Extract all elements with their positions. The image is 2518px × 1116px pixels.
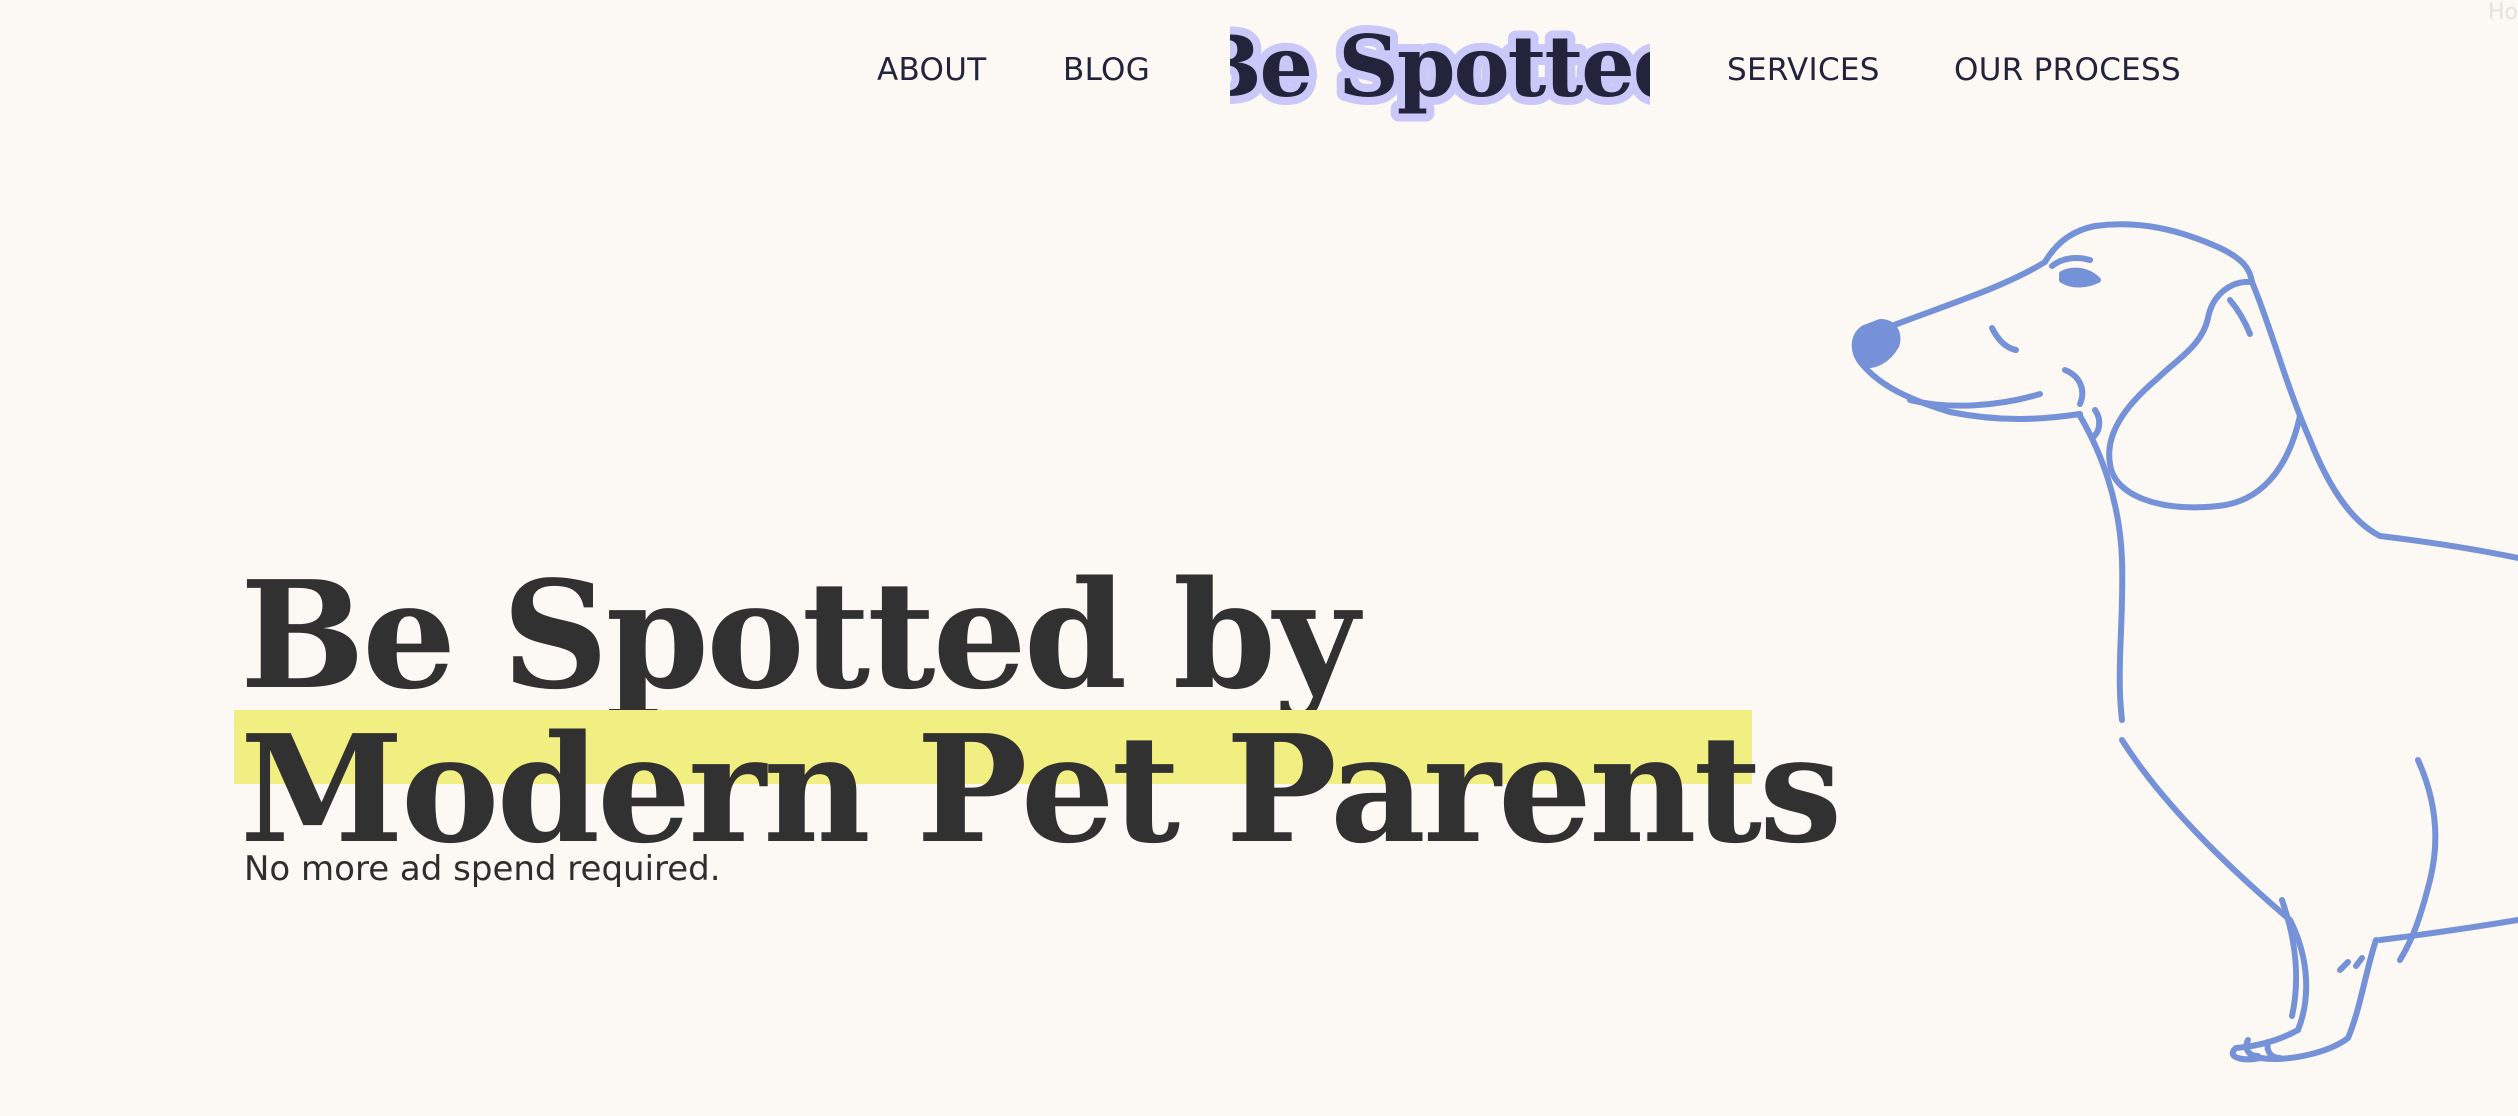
- corner-fragment-text: Ho: [2487, 0, 2518, 25]
- nav-link-our-process[interactable]: OUR PROCESS: [1954, 52, 2181, 88]
- dachshund-illustration: [1840, 200, 2518, 1080]
- nav-link-services[interactable]: SERVICES: [1727, 52, 1880, 88]
- hero-headline-line-1: Be Spotted by: [240, 548, 1359, 723]
- main-navigation: ABOUT BLOG Be Spotted Be Spotted SERVICE…: [0, 0, 2518, 150]
- nav-link-blog[interactable]: BLOG: [1063, 52, 1150, 88]
- logo-text: Be Spotted: [1230, 17, 1650, 116]
- site-logo[interactable]: Be Spotted Be Spotted: [1230, 14, 1650, 130]
- hero-headline-line-2: Modern Pet Parents: [240, 702, 1842, 877]
- nav-link-about[interactable]: ABOUT: [877, 52, 986, 88]
